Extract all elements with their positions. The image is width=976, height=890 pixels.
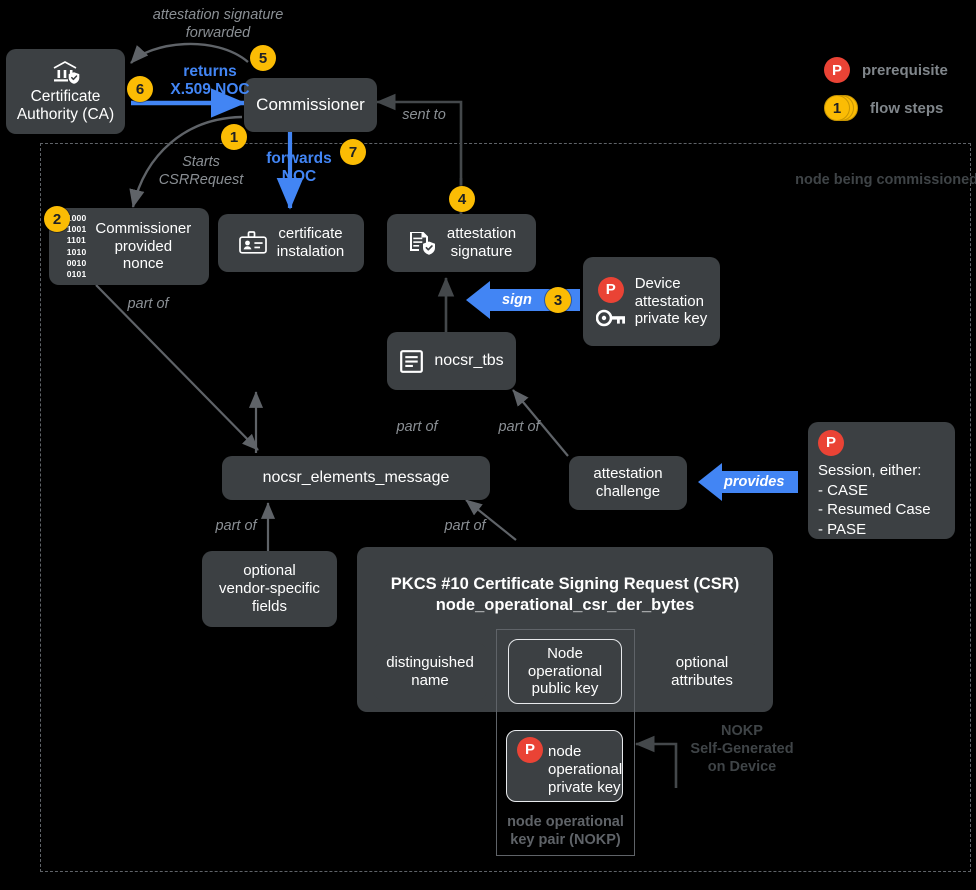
csr-title-line1: PKCS #10 Certificate Signing Request (CS… [390, 575, 740, 593]
session-label: Session, either: - CASE - Resumed Case -… [818, 462, 931, 538]
document-shield-check-icon [407, 230, 437, 257]
node-attestation-challenge[interactable]: attestation challenge [569, 456, 687, 510]
csr-child-distinguished-name[interactable]: distinguished name [373, 643, 487, 700]
bank-shield-check-icon [51, 59, 81, 85]
certificate-instalation-label: certificate instalation [276, 225, 345, 260]
node-certificate-authority[interactable]: Certificate Authority (CA) [6, 49, 125, 134]
nokp-self-generated-note: NOKP Self-Generated on Device [690, 723, 794, 776]
step-badge-1: 1 [221, 124, 247, 150]
edge-label-sign: sign [502, 292, 532, 308]
node-operational-private-key[interactable]: P node operational private key [506, 730, 623, 802]
device-attestation-private-key-label: Device attestation private key [634, 274, 708, 328]
step-badge-6: 6 [127, 76, 153, 102]
edge-label-provides: provides [724, 474, 785, 490]
attestation-signature-label: attestation signature [446, 225, 517, 260]
optional-attributes-label: optional attributes [671, 653, 733, 689]
edge-label-part-of-challenge: part of [498, 419, 540, 435]
certificate-authority-label: Certificate Authority (CA) [16, 87, 115, 123]
attestation-challenge-label: attestation challenge [593, 465, 663, 500]
distinguished-name-label: distinguished name [386, 653, 474, 689]
node-device-attestation-private-key[interactable]: P Device attestation private key [583, 257, 720, 346]
csr-title-line2: node_operational_csr_der_bytes [435, 596, 695, 615]
step-badge-4: 4 [449, 186, 475, 212]
step-badge-3: 3 [545, 287, 571, 313]
node-certificate-instalation[interactable]: certificate instalation [218, 214, 364, 272]
node-optional-vendor-specific-fields[interactable]: optional vendor-specific fields [202, 551, 337, 627]
flow-steps-icon: 1 [824, 95, 858, 121]
key-icon: P [595, 276, 626, 327]
edge-label-starts-csrrequest: Starts CSRRequest [158, 154, 244, 188]
legend-item-flow-steps: 1 flow steps [824, 95, 948, 121]
document-lines-icon [399, 349, 424, 374]
flow-step-number: 1 [824, 95, 850, 121]
step-badge-2: 2 [44, 206, 70, 232]
node-commissioner-provided-nonce[interactable]: 1000 1001 1101 1010 0010 0101 Commission… [49, 208, 209, 285]
diagram-canvas: node being commissioned Certificate Auth… [0, 0, 976, 890]
id-card-icon [238, 230, 268, 256]
prerequisite-badge: P [597, 276, 624, 303]
edge-label-part-of-csr: part of [444, 518, 486, 534]
optional-vendor-fields-label: optional vendor-specific fields [219, 562, 320, 615]
csr-child-optional-attributes[interactable]: optional attributes [645, 643, 759, 700]
region-label: node being commissioned [795, 172, 976, 188]
edge-label-part-of-elements: part of [396, 419, 438, 435]
node-attestation-signature[interactable]: attestation signature [387, 214, 536, 272]
legend-label-prerequisite: prerequisite [862, 61, 948, 79]
legend-label-flow-steps: flow steps [870, 99, 944, 117]
step-badge-7: 7 [340, 139, 366, 165]
edge-label-sent-to: sent to [402, 107, 446, 123]
nokp-group-label: node operational key pair (NOKP) [507, 814, 624, 849]
legend-item-prerequisite: P prerequisite [824, 57, 948, 83]
prerequisite-badge: P [517, 737, 543, 763]
node-session[interactable]: P Session, either: - CASE - Resumed Case… [808, 422, 955, 539]
csr-child-node-operational-public-key[interactable]: Node operational public key [508, 639, 622, 704]
edge-label-part-of-nonce: part of [127, 296, 169, 312]
edge-label-attestation-forwarded: attestation signature forwarded [152, 7, 284, 41]
edge-label-part-of-vendor: part of [215, 518, 257, 534]
prerequisite-icon: P [824, 57, 850, 83]
binary-digits-icon: 1000 1001 1101 1010 0010 0101 [66, 212, 87, 279]
edge-label-forwards-noc: forwards NOC [266, 150, 332, 186]
node-nocsr-tbs[interactable]: nocsr_tbs [387, 332, 516, 390]
nonce-label: Commissioner provided nonce [95, 219, 192, 273]
node-nocsr-elements-message[interactable]: nocsr_elements_message [222, 456, 490, 500]
nocsr-elements-message-label: nocsr_elements_message [262, 468, 450, 486]
nocsr-tbs-label: nocsr_tbs [434, 351, 504, 369]
prerequisite-badge: P [818, 430, 844, 456]
node-operational-private-key-label: node operational private key [548, 742, 623, 797]
node-operational-public-key-label: Node operational public key [527, 644, 603, 698]
legend: P prerequisite 1 flow steps [824, 57, 948, 121]
step-badge-5: 5 [250, 45, 276, 71]
